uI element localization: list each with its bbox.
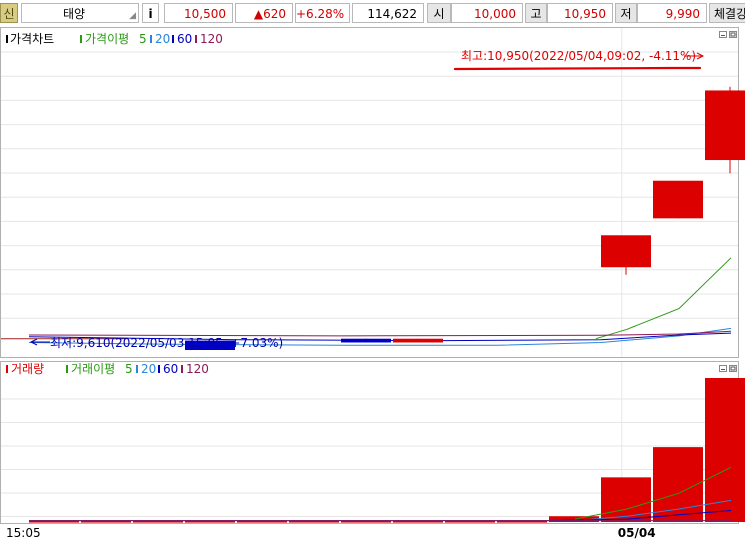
x-axis-tick-label: 15:05 (6, 526, 41, 540)
current-price: 10,500 (164, 3, 233, 23)
low-price: 9,990 (637, 3, 707, 23)
high-price: 10,950 (547, 3, 613, 23)
highlight-underline (453, 66, 702, 71)
maximize-icon[interactable] (729, 31, 737, 38)
stock-name-field[interactable]: 태양 ◢ (21, 3, 139, 23)
price-legend-ma5: 5 (139, 32, 147, 46)
volume-legend-ma20-swatch (136, 365, 138, 373)
volume-legend-ma60-swatch (158, 365, 160, 373)
volume-legend-ma120-swatch (181, 365, 183, 373)
open-price: 10,000 (451, 3, 523, 23)
info-button[interactable]: i (142, 3, 159, 23)
price-legend-ma120-swatch (195, 35, 197, 43)
x-axis-tick-label: 05/04 (618, 526, 656, 540)
volume-legend-ma20: 20 (141, 362, 156, 376)
change-percent: +6.28% (295, 3, 350, 23)
volume-legend-label: 거래량 (11, 362, 44, 376)
minimize-icon[interactable] (719, 31, 727, 38)
candle-body (341, 338, 391, 343)
candle-body (393, 338, 443, 343)
price-legend-ma5-swatch (80, 35, 82, 43)
low-label: 저 (615, 3, 637, 23)
trade-volume: 114,622 (352, 3, 424, 23)
volume-legend-ma120: 120 (186, 362, 209, 376)
volume-bar (705, 378, 745, 522)
volume-legend-ma60: 60 (163, 362, 178, 376)
info-icon: i (148, 7, 153, 21)
candle-body (653, 180, 703, 219)
volume-legend-ma5-swatch (66, 365, 68, 373)
price-legend-ma-label: 가격이평 (85, 32, 129, 46)
resize-grip-icon: ◢ (129, 11, 136, 21)
credit-badge: 신 (0, 3, 18, 23)
high-label: 고 (525, 3, 547, 23)
high-annotation-label: 최고:10,950(2022/05/04,09:02, -4.11%) (461, 49, 696, 63)
price-change: ▲620 (235, 3, 293, 23)
low-annotation: 최저:9,610(2022/05/03,15:05, +7.03%) (29, 336, 283, 350)
minimize-icon[interactable] (719, 365, 727, 372)
price-legend: 가격차트 가격이평 5 20 60 120 (6, 32, 223, 46)
volume-legend-swatch (6, 365, 8, 373)
price-legend-ma120: 120 (200, 32, 223, 46)
low-annotation-label: 최저:9,610(2022/05/03,15:05, +7.03%) (50, 336, 283, 350)
volume-legend-ma5: 5 (125, 362, 133, 376)
price-legend-swatch (6, 35, 8, 43)
fill-strength-label: 체결강 (709, 3, 745, 23)
volume-legend-ma-label: 거래이평 (71, 362, 115, 376)
maximize-icon[interactable] (729, 365, 737, 372)
price-legend-ma60-swatch (172, 35, 174, 43)
price-panel-frame (0, 27, 739, 358)
x-axis: 15:05 05/04 (6, 526, 656, 540)
candle-body (705, 90, 745, 161)
price-legend-ma20-swatch (150, 35, 152, 43)
stock-name: 태양 (62, 7, 86, 21)
chart-area[interactable]: 가격차트 가격이평 5 20 60 120 거래량 거래이평 5 20 60 1… (0, 26, 745, 541)
price-legend-ma60: 60 (177, 32, 192, 46)
stock-chart-window: 신 태양 ◢ i 10,500 ▲620 +6.28% 114,622 시 10… (0, 0, 745, 541)
open-label: 시 (427, 3, 451, 23)
price-legend-ma20: 20 (155, 32, 170, 46)
volume-bar (601, 477, 651, 522)
candle-body (601, 235, 651, 268)
price-legend-label: 가격차트 (10, 32, 54, 46)
